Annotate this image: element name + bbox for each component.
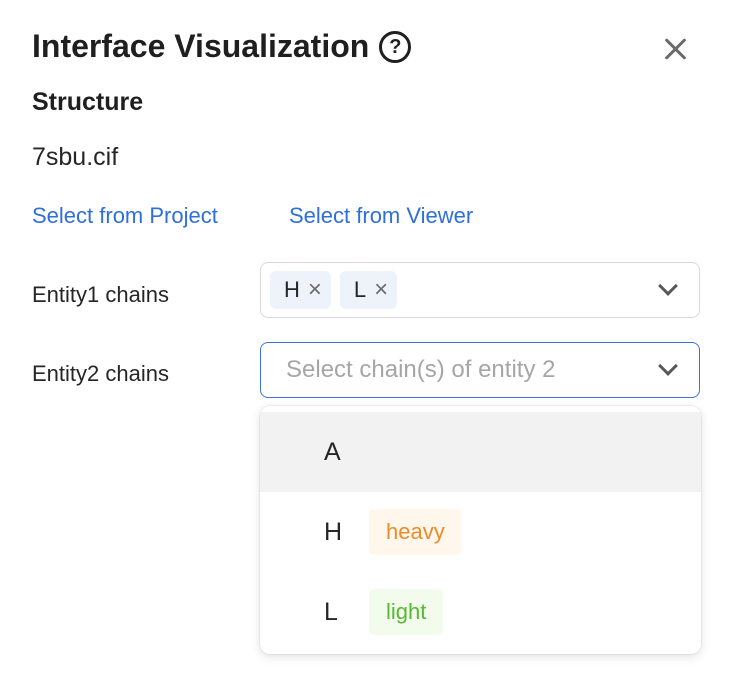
structure-file-name: 7sbu.cif (32, 143, 119, 171)
dialog-title: Interface Visualization (32, 28, 370, 64)
entity1-chains-label: Entity1 chains (32, 282, 169, 307)
chain-type-badge-light: light (369, 589, 444, 635)
option-chain-label: A (324, 437, 341, 466)
select-from-viewer-link[interactable]: Select from Viewer (289, 203, 473, 229)
entity1-chains-select[interactable]: H × L × (260, 262, 700, 318)
chevron-down-icon[interactable] (658, 276, 678, 296)
dropdown-option-l[interactable]: L light (260, 572, 701, 652)
select-from-project-link[interactable]: Select from Project (32, 203, 218, 229)
entity2-chain-dropdown: A H heavy L light (260, 406, 701, 654)
dialog-title-row: Interface Visualization ? (32, 28, 412, 65)
option-chain-label: L (324, 597, 338, 626)
option-chain-label: H (324, 517, 343, 546)
chevron-down-icon[interactable] (658, 356, 678, 376)
chain-tag-label: L (353, 277, 367, 302)
entity2-chains-label: Entity2 chains (32, 361, 169, 386)
help-icon[interactable]: ? (379, 30, 412, 63)
chain-tag-l: L × (339, 271, 398, 309)
dropdown-option-a[interactable]: A (260, 412, 701, 492)
close-icon[interactable] (661, 34, 691, 64)
remove-tag-icon[interactable]: × (374, 278, 388, 302)
entity2-chains-select[interactable]: Select chain(s) of entity 2 (260, 342, 700, 398)
chain-type-badge-heavy: heavy (369, 509, 462, 555)
chain-tag-label: H (284, 277, 300, 302)
dropdown-option-h[interactable]: H heavy (260, 492, 701, 572)
structure-label: Structure (32, 88, 144, 116)
remove-tag-icon[interactable]: × (308, 278, 322, 302)
chain-tag-h: H × (270, 271, 331, 309)
entity2-placeholder: Select chain(s) of entity 2 (286, 356, 556, 383)
interface-visualization-dialog: Interface Visualization ? Structure 7sbu… (0, 0, 730, 680)
